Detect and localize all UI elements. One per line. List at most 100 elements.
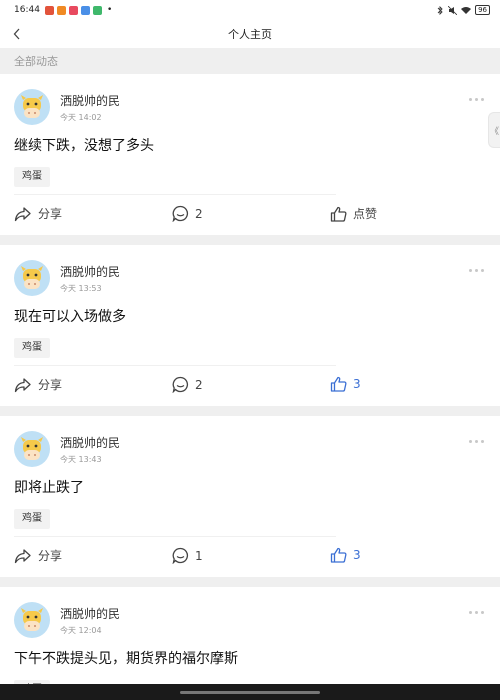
comment-icon (172, 205, 189, 222)
mute-icon (448, 5, 458, 15)
comment-button[interactable]: 1 (172, 547, 203, 564)
page-title: 个人主页 (228, 28, 272, 41)
username[interactable]: 洒脱帅的民 (60, 92, 120, 109)
dot-icon (469, 611, 472, 614)
bluetooth-icon (437, 5, 443, 15)
system-navigation-bar (0, 684, 500, 700)
post-card[interactable]: 洒脱帅的民 今天 14:02 继续下跌，没想了多头 鸡蛋 分享 2 点赞 (0, 74, 500, 235)
post-actions: 分享 1 3 (0, 537, 500, 577)
dot-icon (475, 611, 478, 614)
post-time: 今天 13:53 (60, 283, 102, 293)
more-options-button[interactable] (469, 98, 484, 101)
back-button[interactable] (6, 23, 28, 45)
app-notification-icon (92, 5, 102, 15)
dot-icon (481, 269, 484, 272)
comment-button[interactable]: 2 (172, 205, 203, 222)
post-header: 洒脱帅的民 今天 14:02 (0, 74, 500, 130)
status-left: 16:44 • (14, 5, 112, 15)
more-options-button[interactable] (469, 611, 484, 614)
avatar[interactable] (14, 89, 50, 125)
dot-icon (475, 440, 478, 443)
thumbs-up-icon (330, 206, 347, 222)
avatar[interactable] (14, 602, 50, 638)
avatar[interactable] (14, 431, 50, 467)
more-options-button[interactable] (469, 440, 484, 443)
cow-avatar-icon (21, 608, 43, 631)
topic-tag[interactable]: 鸡蛋 (14, 338, 50, 358)
cow-avatar-icon (21, 437, 43, 460)
like-button[interactable]: 3 (330, 547, 361, 563)
share-button[interactable]: 分享 (14, 205, 62, 222)
dot-icon (469, 269, 472, 272)
comment-icon (172, 547, 189, 564)
post-time: 今天 12:04 (60, 625, 102, 635)
share-label: 分享 (38, 207, 63, 221)
share-button[interactable]: 分享 (14, 547, 62, 564)
username[interactable]: 洒脱帅的民 (60, 434, 120, 451)
avatar[interactable] (14, 260, 50, 296)
post-header: 洒脱帅的民 今天 12:04 (0, 587, 500, 643)
status-bar: 16:44 • 96 (0, 0, 500, 20)
share-label: 分享 (38, 378, 63, 392)
post-feed: 洒脱帅的民 今天 14:02 继续下跌，没想了多头 鸡蛋 分享 2 点赞 洒脱帅… (0, 74, 500, 700)
dot-icon (481, 440, 484, 443)
more-notifications-dot: • (106, 5, 113, 15)
wifi-icon (461, 7, 472, 14)
dot-icon (469, 98, 472, 101)
share-icon (14, 548, 31, 563)
post-card[interactable]: 洒脱帅的民 今天 13:53 现在可以入场做多 鸡蛋 分享 2 3 (0, 245, 500, 406)
like-count: 3 (353, 548, 361, 562)
post-time: 今天 13:43 (60, 454, 102, 464)
cow-avatar-icon (21, 266, 43, 289)
comment-count: 1 (195, 548, 203, 563)
dot-icon (481, 98, 484, 101)
post-actions: 分享 2 3 (0, 366, 500, 406)
comment-count: 2 (195, 206, 203, 221)
more-options-button[interactable] (469, 269, 484, 272)
comment-count: 2 (195, 377, 203, 392)
username[interactable]: 洒脱帅的民 (60, 605, 120, 622)
post-text[interactable]: 即将止跌了 (0, 476, 500, 500)
post-card[interactable]: 洒脱帅的民 今天 13:43 即将止跌了 鸡蛋 分享 1 3 (0, 416, 500, 577)
post-text[interactable]: 继续下跌，没想了多头 (0, 134, 500, 158)
tag-row: 鸡蛋 (0, 158, 500, 188)
post-header: 洒脱帅的民 今天 13:53 (0, 245, 500, 301)
comment-button[interactable]: 2 (172, 376, 203, 393)
share-button[interactable]: 分享 (14, 376, 62, 393)
share-label: 分享 (38, 549, 63, 563)
topic-tag[interactable]: 鸡蛋 (14, 509, 50, 529)
share-icon (14, 206, 31, 221)
section-title: 全部动态 (0, 48, 500, 74)
like-button[interactable]: 点赞 (330, 205, 377, 222)
username[interactable]: 洒脱帅的民 (60, 263, 120, 280)
cow-avatar-icon (21, 95, 43, 118)
post-actions: 分享 2 点赞 (0, 195, 500, 235)
dot-icon (475, 98, 478, 101)
share-icon (14, 377, 31, 392)
dot-icon (469, 440, 472, 443)
user-info: 洒脱帅的民 今天 12:04 (60, 605, 120, 636)
post-text[interactable]: 下午不跌提头见，期货界的福尔摩斯 (0, 647, 500, 671)
home-indicator[interactable] (180, 691, 320, 694)
topic-tag[interactable]: 鸡蛋 (14, 167, 50, 187)
status-right: 96 (437, 5, 490, 15)
dot-icon (475, 269, 478, 272)
user-info: 洒脱帅的民 今天 13:53 (60, 263, 120, 294)
app-notification-icon (68, 5, 78, 15)
user-info: 洒脱帅的民 今天 14:02 (60, 92, 120, 123)
post-text[interactable]: 现在可以入场做多 (0, 305, 500, 329)
thumbs-up-icon (330, 376, 347, 392)
post-header: 洒脱帅的民 今天 13:43 (0, 416, 500, 472)
nav-bar: 个人主页 (0, 20, 500, 48)
comment-icon (172, 376, 189, 393)
tag-row: 鸡蛋 (0, 500, 500, 530)
chevron-left-icon (13, 28, 20, 40)
battery-indicator: 96 (475, 5, 490, 15)
status-time: 16:44 (14, 5, 40, 15)
side-drawer-handle[interactable]: 《 (488, 112, 500, 148)
like-button[interactable]: 3 (330, 376, 361, 392)
like-count: 3 (353, 377, 361, 391)
app-notification-icon (44, 5, 54, 15)
user-info: 洒脱帅的民 今天 13:43 (60, 434, 120, 465)
app-notification-icon (56, 5, 66, 15)
